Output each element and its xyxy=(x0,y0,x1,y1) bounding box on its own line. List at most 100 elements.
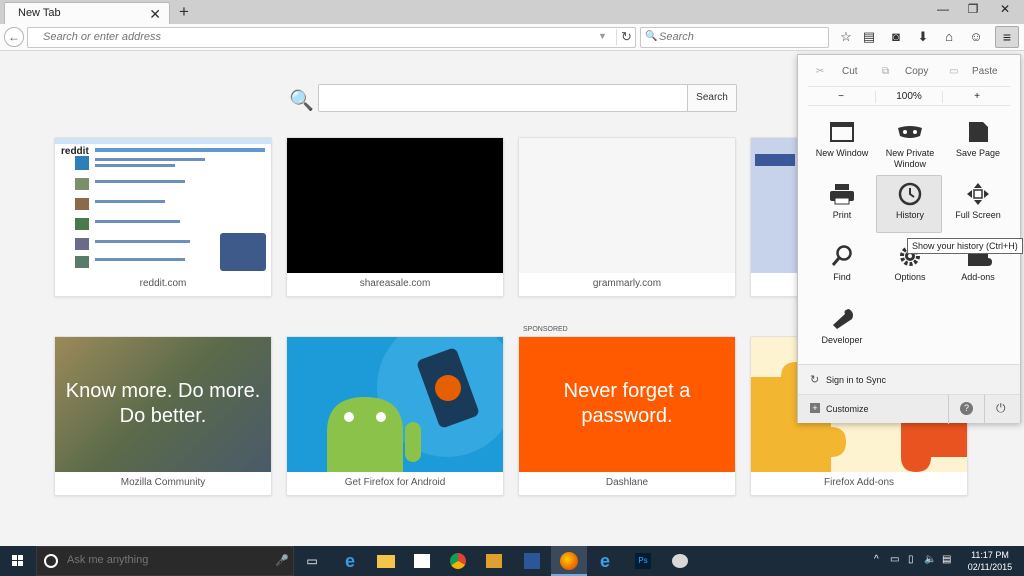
tile-label: reddit.com xyxy=(139,278,187,289)
search-bar[interactable]: 🔍 xyxy=(640,27,829,48)
task-view-icon: ▭ xyxy=(306,554,318,568)
tile-dashlane[interactable]: Never forget a password. Dashlane xyxy=(518,336,736,496)
search-icon: 🔍 xyxy=(645,31,658,42)
edge-icon: e xyxy=(344,551,355,571)
search-input[interactable] xyxy=(659,31,819,43)
file-explorer-taskbar-button[interactable] xyxy=(368,546,404,576)
url-dropdown-icon[interactable]: ▼ xyxy=(598,31,607,41)
menu-item-label: New Private Window xyxy=(885,148,935,169)
menu-find[interactable]: Find xyxy=(808,237,874,295)
fullscreen-icon xyxy=(967,183,989,205)
zoom-controls: − 100% + xyxy=(808,86,1010,106)
menu-history[interactable]: History xyxy=(876,175,942,233)
tile-shareasale[interactable]: shareasale.com xyxy=(286,137,504,297)
sync-label: Sign in to Sync xyxy=(826,375,887,385)
menu-save-page[interactable]: Save Page xyxy=(944,113,1010,171)
menu-item-label: History xyxy=(895,210,924,220)
tile-label: shareasale.com xyxy=(359,278,431,289)
open-menu-button[interactable]: ≡ xyxy=(995,26,1019,48)
page-search-icon: 🔍 xyxy=(289,90,314,112)
photoshop-taskbar-button[interactable]: Ps xyxy=(625,546,661,576)
cut-button[interactable]: Cut xyxy=(842,66,858,77)
store-taskbar-button[interactable] xyxy=(404,546,440,576)
network-icon[interactable]: ▭ xyxy=(890,554,899,565)
tile-label: Firefox Add-ons xyxy=(823,477,895,488)
tile-mozilla-community[interactable]: Know more. Do more. Do better. Mozilla C… xyxy=(54,336,272,496)
hello-chat-icon[interactable]: ☺ xyxy=(965,29,987,47)
menu-new-window[interactable]: New Window xyxy=(808,113,874,171)
tile-grammarly[interactable]: grammarly.com xyxy=(518,137,736,297)
sign-in-to-sync-button[interactable]: ↻ Sign in to Sync xyxy=(798,364,1020,394)
tab-new-tab[interactable]: New Tab ✕ xyxy=(4,2,170,24)
show-hidden-icons-icon[interactable]: ^ xyxy=(874,554,879,565)
paint-taskbar-button[interactable] xyxy=(662,546,698,576)
word-icon xyxy=(524,553,540,569)
url-input[interactable] xyxy=(43,31,583,43)
tile-thumbnail xyxy=(287,337,503,472)
volume-icon[interactable]: 🔈 xyxy=(924,554,936,565)
copy-button[interactable]: Copy xyxy=(905,66,928,77)
tile-label: Mozilla Community xyxy=(120,477,206,488)
page-search-button[interactable]: Search xyxy=(687,85,736,111)
back-button[interactable]: ← xyxy=(4,27,24,47)
start-button[interactable] xyxy=(0,546,36,576)
menu-developer[interactable]: Developer xyxy=(808,300,874,358)
clock-time: 11:17 PM xyxy=(971,550,1009,560)
home-icon[interactable]: ⌂ xyxy=(938,29,960,47)
menu-item-label: Options xyxy=(894,272,926,282)
system-clock[interactable]: 11:17 PM 02/11/2015 xyxy=(964,549,1016,573)
page-search-box[interactable]: Search xyxy=(318,84,737,112)
task-view-button[interactable]: ▭ xyxy=(294,546,330,576)
page-search-input[interactable] xyxy=(319,85,687,111)
tile-firefox-android[interactable]: Get Firefox for Android xyxy=(286,336,504,496)
folder-icon xyxy=(377,555,395,568)
tile-label: Dashlane xyxy=(605,477,649,488)
customize-button[interactable]: Customize xyxy=(826,404,869,414)
zoom-in-button[interactable]: + xyxy=(944,91,1010,102)
quit-power-icon[interactable]: ⏻ xyxy=(996,401,1006,416)
sponsored-label: SPONSORED xyxy=(523,326,568,333)
windows-taskbar: 🎤 ▭ e e Ps ^ ▭ ▯ 🔈 ▤ 11:17 PM 02/11/2015 xyxy=(0,546,1024,576)
downloads-icon[interactable]: ⬇ xyxy=(912,29,934,47)
menu-item-label: Add-ons xyxy=(961,272,995,282)
android-robot-icon xyxy=(327,337,503,472)
zoom-out-button[interactable]: − xyxy=(808,91,874,102)
bookmark-star-icon[interactable]: ☆ xyxy=(835,29,857,47)
media-taskbar-button[interactable] xyxy=(476,546,512,576)
menu-new-private-window[interactable]: New Private Window xyxy=(876,113,942,171)
ie-taskbar-button[interactable]: e xyxy=(587,546,623,576)
clock-icon xyxy=(898,182,922,206)
help-icon[interactable]: ? xyxy=(960,402,973,415)
zoom-reset-button[interactable]: 100% xyxy=(875,91,943,103)
close-window-button[interactable]: ✕ xyxy=(990,2,1020,16)
paste-button[interactable]: Paste xyxy=(972,66,998,77)
tab-title: New Tab xyxy=(18,7,61,19)
menu-full-screen[interactable]: Full Screen xyxy=(944,175,1010,233)
tile-reddit[interactable]: reddit reddit.com xyxy=(54,137,272,297)
bookmarks-list-icon[interactable]: ▤ xyxy=(858,29,880,47)
url-bar[interactable]: ▼ ↻ xyxy=(27,27,636,48)
pocket-icon[interactable]: ◙ xyxy=(885,29,907,47)
reload-icon[interactable]: ↻ xyxy=(616,29,632,45)
tile-banner-text: Never forget a password. xyxy=(563,380,691,427)
edge-taskbar-button[interactable]: e xyxy=(332,546,368,576)
firefox-taskbar-button[interactable] xyxy=(551,546,587,576)
tab-close-icon[interactable]: ✕ xyxy=(149,6,161,23)
word-taskbar-button[interactable] xyxy=(514,546,550,576)
chrome-taskbar-button[interactable] xyxy=(440,546,476,576)
menu-item-label: New Window xyxy=(815,148,869,158)
cortana-search-box[interactable]: 🎤 xyxy=(36,546,294,576)
reddit-header-bar xyxy=(55,138,271,144)
cortana-input[interactable] xyxy=(67,554,267,566)
battery-icon[interactable]: ▯ xyxy=(908,554,914,565)
back-arrow-icon: ← xyxy=(8,30,20,44)
action-center-icon[interactable]: ▤ xyxy=(942,554,951,565)
customize-plus-icon: + xyxy=(810,403,820,413)
tab-strip: New Tab ✕ + — ❐ ✕ xyxy=(0,0,1024,24)
maximize-button[interactable]: ❐ xyxy=(958,2,988,16)
menu-print[interactable]: Print xyxy=(808,175,874,233)
microphone-icon[interactable]: 🎤 xyxy=(275,554,289,567)
minimize-button[interactable]: — xyxy=(928,2,958,16)
tile-banner-text: Know more. Do more. Do better. xyxy=(65,380,261,427)
new-tab-button[interactable]: + xyxy=(175,2,193,22)
